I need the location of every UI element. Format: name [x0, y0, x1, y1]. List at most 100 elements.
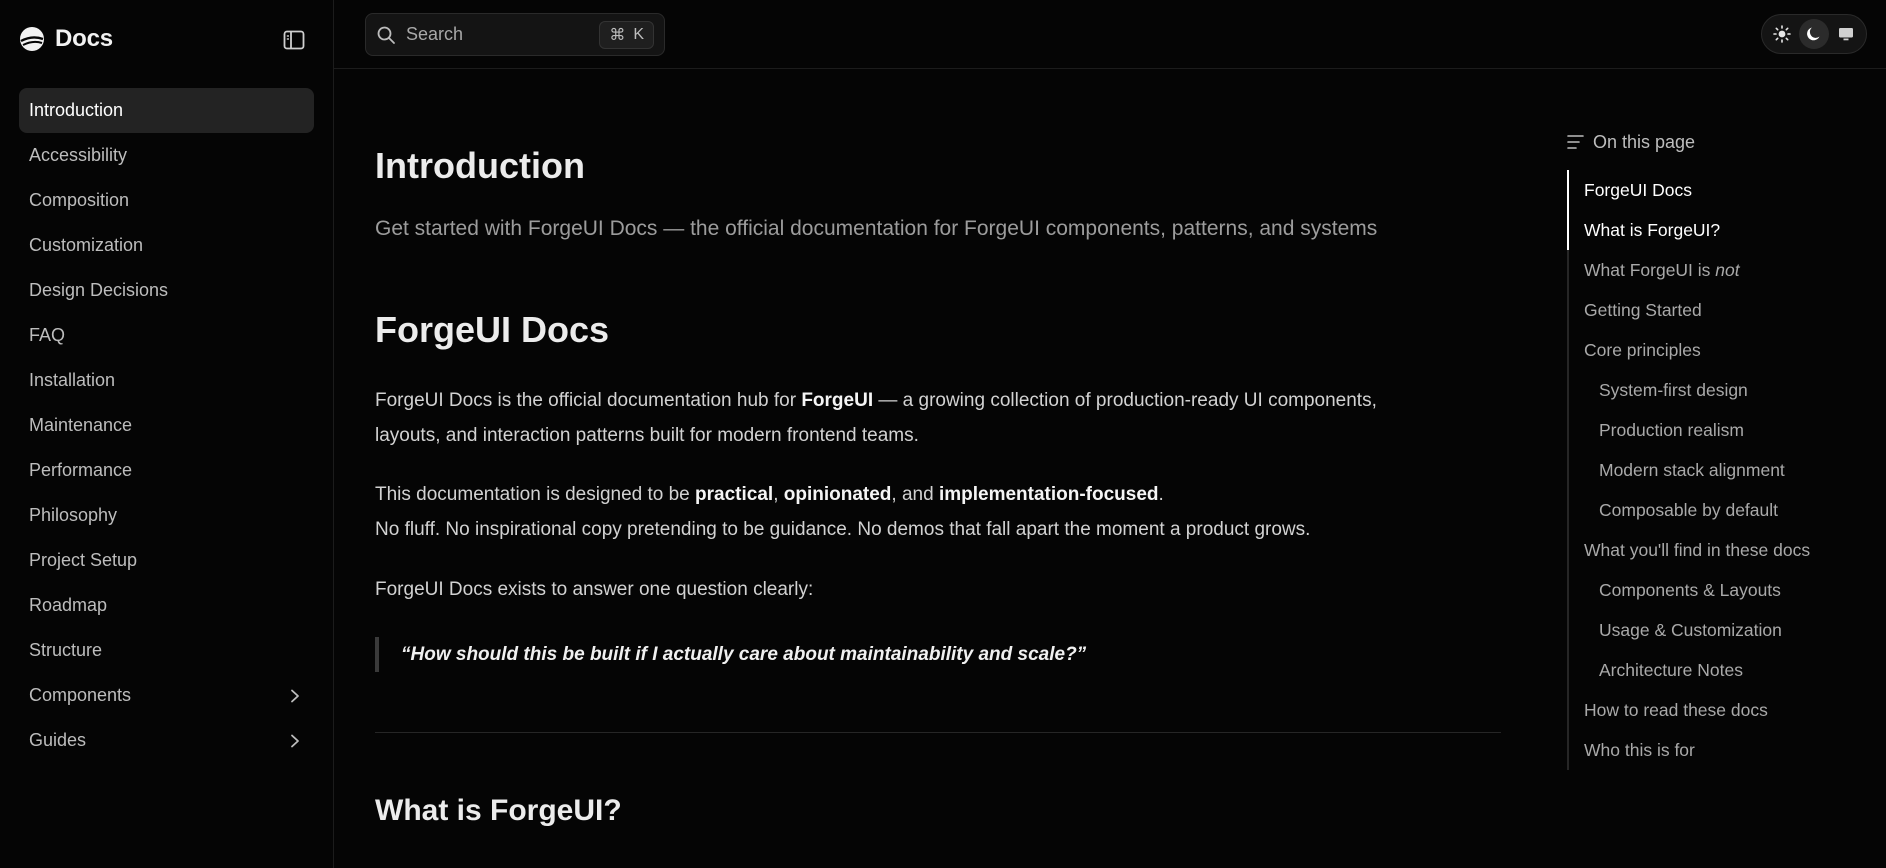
- toc-item-label: Production realism: [1599, 419, 1744, 440]
- sidebar: Docs Introduction Accessibility Composit…: [0, 0, 334, 868]
- sidebar-toggle-button[interactable]: [281, 27, 307, 53]
- emphasis-text: practical: [695, 484, 774, 505]
- chevron-right-icon: [286, 687, 304, 705]
- sidebar-nav: Introduction Accessibility Composition C…: [19, 88, 314, 763]
- intro-paragraph: ForgeUI Docs is the official documentati…: [375, 383, 1501, 453]
- logo-icon: [20, 27, 44, 51]
- sidebar-item-label: Design Decisions: [29, 280, 169, 300]
- toc-item-modern-stack-alignment[interactable]: Modern stack alignment: [1567, 450, 1867, 490]
- sidebar-item-label: Structure: [29, 640, 103, 660]
- sidebar-item-project-setup[interactable]: Project Setup: [19, 538, 314, 583]
- emphasis-text: implementation-focused: [938, 484, 1159, 505]
- sidebar-item-structure[interactable]: Structure: [19, 628, 314, 673]
- sidebar-item-label: Philosophy: [29, 505, 118, 525]
- design-paragraph: This documentation is designed to be pra…: [375, 477, 1501, 547]
- toc-item-core-principles[interactable]: Core principles: [1567, 330, 1867, 370]
- toc-item-label: Components & Layouts: [1599, 579, 1781, 600]
- paragraph-text: No fluff. No inspirational copy pretendi…: [375, 519, 1311, 540]
- list-icon: [1567, 135, 1584, 149]
- toc-item-label: Architecture Notes: [1599, 659, 1743, 680]
- docs-app: Docs Introduction Accessibility Composit…: [0, 0, 1886, 868]
- theme-system-button[interactable]: [1831, 19, 1861, 49]
- toc-item-who-this-is-for[interactable]: Who this is for: [1567, 730, 1867, 770]
- toc-item-label: System-first design: [1599, 379, 1748, 400]
- paragraph-text: ForgeUI Docs is the official documentati…: [375, 390, 802, 411]
- theme-dark-button[interactable]: [1799, 19, 1829, 49]
- sidebar-item-label: Maintenance: [29, 415, 133, 435]
- shortcut-key: K: [633, 25, 644, 43]
- paragraph-text: layouts, and interaction patterns built …: [375, 425, 919, 446]
- toc-item-components-layouts[interactable]: Components & Layouts: [1567, 570, 1867, 610]
- section-heading-forgeui-docs: ForgeUI Docs: [375, 309, 610, 350]
- sidebar-item-roadmap[interactable]: Roadmap: [19, 583, 314, 628]
- toc-item-label: Getting Started: [1584, 299, 1702, 320]
- blockquote: “How should this be built if I actually …: [375, 637, 1501, 672]
- toc-item-what-youll-find[interactable]: What you'll find in these docs: [1567, 530, 1867, 570]
- toc-item-label: What is ForgeUI?: [1584, 219, 1721, 240]
- sidebar-item-introduction[interactable]: Introduction: [19, 88, 314, 133]
- toc-item-forgeui-docs[interactable]: ForgeUI Docs: [1567, 170, 1867, 210]
- paragraph-text: , and: [891, 484, 939, 505]
- sidebar-item-customization[interactable]: Customization: [19, 223, 314, 268]
- sidebar-item-design-decisions[interactable]: Design Decisions: [19, 268, 314, 313]
- toc-item-how-to-read[interactable]: How to read these docs: [1567, 690, 1867, 730]
- sidebar-item-label: Roadmap: [29, 595, 108, 615]
- toc-item-label: Core principles: [1584, 339, 1701, 360]
- toc-item-what-forgeui-is-not[interactable]: What ForgeUI is not: [1567, 250, 1867, 290]
- sidebar-item-installation[interactable]: Installation: [19, 358, 314, 403]
- toc-item-system-first-design[interactable]: System-first design: [1567, 370, 1867, 410]
- command-key-icon: ⌘: [609, 26, 626, 44]
- search-label: Search: [406, 24, 464, 44]
- toc-item-label: ForgeUI Docs: [1584, 179, 1692, 200]
- emphasis-text: ForgeUI: [801, 390, 874, 411]
- sidebar-item-maintenance[interactable]: Maintenance: [19, 403, 314, 448]
- toc-item-architecture-notes[interactable]: Architecture Notes: [1567, 650, 1867, 690]
- toc-item-production-realism[interactable]: Production realism: [1567, 410, 1867, 450]
- brand[interactable]: Docs: [19, 22, 113, 56]
- toc-item-composable-by-default[interactable]: Composable by default: [1567, 490, 1867, 530]
- toc-list: ForgeUI Docs What is ForgeUI? What Forge…: [1567, 170, 1867, 770]
- toc-heading: On this page: [1567, 129, 1867, 155]
- paragraph-text: ,: [773, 484, 784, 505]
- page-title: Introduction: [375, 145, 585, 186]
- sidebar-item-components[interactable]: Components: [19, 673, 314, 718]
- toc-heading-label: On this page: [1593, 131, 1696, 152]
- search-icon: [377, 26, 395, 44]
- top-bar: Search ⌘ K: [334, 0, 1886, 69]
- sidebar-item-label: Performance: [29, 460, 133, 480]
- monitor-icon: [1839, 28, 1853, 41]
- paragraph-text: .: [1158, 484, 1164, 505]
- sidebar-item-label: Accessibility: [29, 145, 128, 165]
- toc-item-label: What you'll find in these docs: [1584, 539, 1811, 560]
- toc-item-label: What ForgeUI is: [1584, 259, 1716, 280]
- toc-item-what-is-forgeui[interactable]: What is ForgeUI?: [1567, 210, 1867, 250]
- sidebar-item-label: Composition: [29, 190, 130, 210]
- toc-item-emphasis: not: [1715, 259, 1740, 280]
- sidebar-item-label: Customization: [29, 235, 144, 255]
- sidebar-item-composition[interactable]: Composition: [19, 178, 314, 223]
- sidebar-item-accessibility[interactable]: Accessibility: [19, 133, 314, 178]
- emphasis-text: opinionated: [783, 484, 892, 505]
- main-content: Introduction Get started with ForgeUI Do…: [375, 69, 1501, 868]
- toc-item-usage-customization[interactable]: Usage & Customization: [1567, 610, 1867, 650]
- paragraph-text: — a growing collection of production-rea…: [873, 390, 1377, 411]
- search-button[interactable]: Search ⌘ K: [365, 13, 665, 56]
- question-paragraph: ForgeUI Docs exists to answer one questi…: [375, 579, 814, 600]
- sidebar-item-label: Components: [29, 685, 132, 705]
- toc-item-label: How to read these docs: [1584, 699, 1768, 720]
- sidebar-item-label: FAQ: [29, 325, 66, 345]
- sidebar-panel-icon: [283, 30, 305, 50]
- sidebar-item-label: Introduction: [29, 100, 124, 120]
- sidebar-item-faq[interactable]: FAQ: [19, 313, 314, 358]
- theme-light-button[interactable]: [1767, 19, 1797, 49]
- sidebar-item-performance[interactable]: Performance: [19, 448, 314, 493]
- toc-item-getting-started[interactable]: Getting Started: [1567, 290, 1867, 330]
- toc-item-label: Usage & Customization: [1599, 619, 1782, 640]
- toc-item-label: Composable by default: [1599, 499, 1778, 520]
- brand-title: Docs: [55, 25, 113, 52]
- sidebar-item-philosophy[interactable]: Philosophy: [19, 493, 314, 538]
- sun-icon: [1773, 25, 1791, 43]
- table-of-contents: On this page ForgeUI Docs What is ForgeU…: [1567, 129, 1867, 770]
- sidebar-item-label: Guides: [29, 730, 87, 750]
- sidebar-item-guides[interactable]: Guides: [19, 718, 314, 763]
